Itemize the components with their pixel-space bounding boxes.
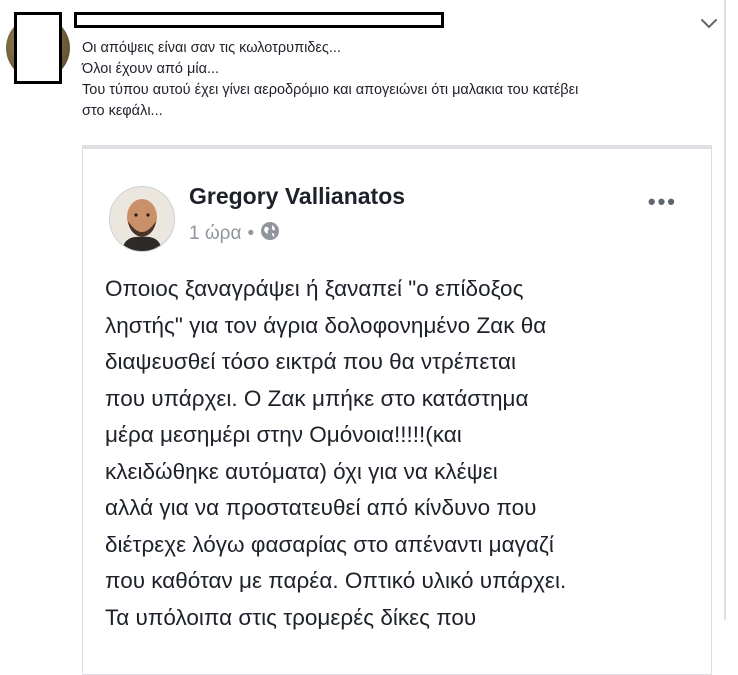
post-line: που υπάρχει. Ο Ζακ μπήκε στο κατάστημα: [105, 385, 529, 411]
more-options-button[interactable]: •••: [648, 189, 677, 215]
author-name[interactable]: Gregory Vallianatos: [189, 183, 405, 210]
redaction-bar-name: [74, 12, 444, 28]
post-line: διέτρεχε λόγω φασαρίας στο απέναντι μαγα…: [105, 531, 554, 557]
author-avatar[interactable]: [109, 186, 175, 252]
comment-text: Οι απόψεις είναι σαν τις κωλοτρυπιδες...…: [82, 38, 722, 122]
post-line: Τα υπόλοιπα στις τρομερές δίκες που: [105, 604, 477, 630]
comment-line: Όλοι έχουν από μία...: [82, 61, 220, 77]
comment-line: στο κεφάλι...: [82, 103, 163, 119]
comment-line: Οι απόψεις είναι σαν τις κωλοτρυπιδες...: [82, 40, 341, 56]
comment-post: Οι απόψεις είναι σαν τις κωλοτρυπιδες...…: [0, 0, 738, 675]
post-line: κλειδώθηκε αυτόματα) όχι για να κλέψει: [105, 458, 498, 484]
redaction-box-avatar: [14, 12, 62, 84]
comment-line: Του τύπου αυτού έχει γίνει αεροδρόμιο κα…: [82, 82, 579, 98]
divider: [724, 0, 726, 620]
post-time[interactable]: 1 ώρα: [189, 223, 241, 245]
post-line: ληστής" για τον άγρια δολοφονημένο Ζακ θ…: [105, 312, 547, 338]
chevron-down-icon[interactable]: [698, 12, 720, 34]
post-line: Οποιος ξαναγράψει ή ξαναπεί "ο επίδοξος: [105, 276, 524, 301]
post-line: διαψευσθεί τόσο εικτρά που θα ντρέπεται: [105, 349, 517, 374]
post-meta: 1 ώρα •: [189, 221, 280, 247]
meta-separator: •: [247, 223, 255, 244]
post-line: που καθόταν με παρέα. Οπτικό υλικό υπάρχ…: [105, 568, 567, 593]
post-line: αλλά για να προστατευθεί από κίνδυνο που: [105, 495, 537, 520]
globe-icon: [260, 221, 280, 247]
post-line: μέρα μεσημέρι στην Ομόνοια!!!!!(και: [105, 422, 462, 447]
shared-post-card[interactable]: Gregory Vallianatos 1 ώρα • ••• Οποιος ξ…: [82, 145, 712, 675]
post-body: Οποιος ξαναγράψει ή ξαναπεί "ο επίδοξος …: [105, 271, 695, 636]
